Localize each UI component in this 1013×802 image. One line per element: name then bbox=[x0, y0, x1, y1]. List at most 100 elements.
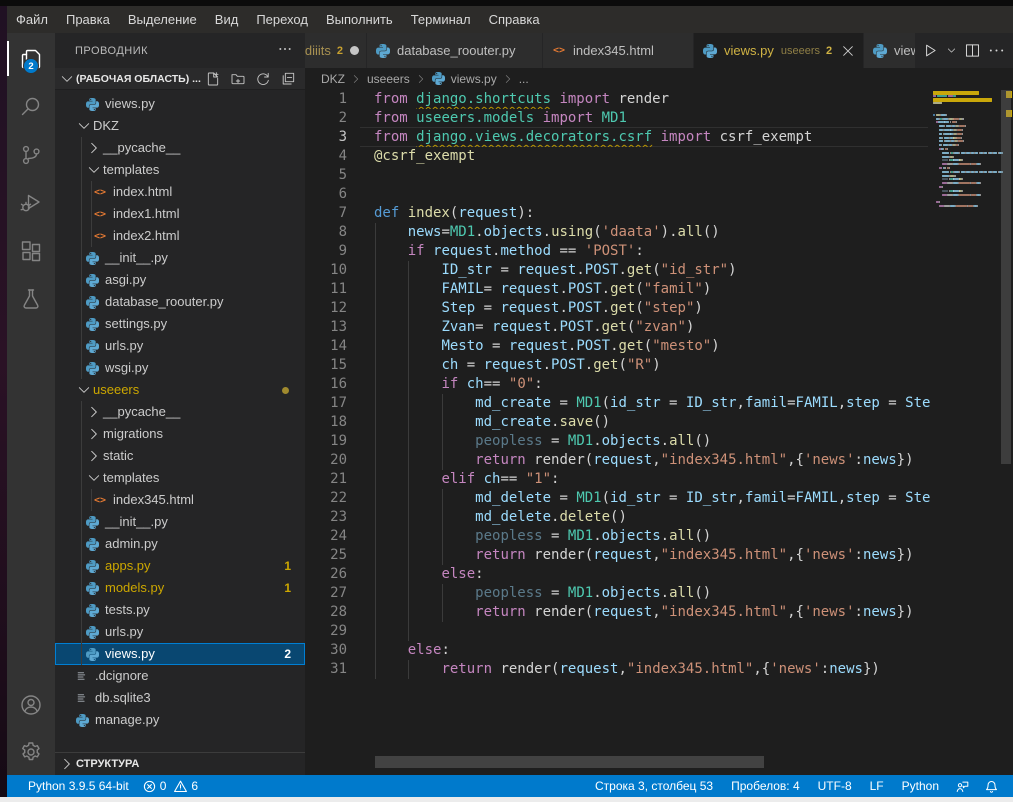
tab-diiits[interactable]: diiits2 bbox=[305, 33, 367, 68]
outline-section-header[interactable]: СТРУКТУРА bbox=[55, 752, 305, 775]
tree-file-views.py[interactable]: views.py2 bbox=[55, 643, 305, 665]
code-line-text: return render(request,"index345.html",{'… bbox=[374, 660, 931, 679]
tree-file-tests.py[interactable]: tests.py bbox=[55, 599, 305, 621]
tab-views.py[interactable]: views.pyuseeers2 bbox=[694, 33, 864, 68]
editor-actions bbox=[915, 33, 1013, 68]
activitybar-source-control-icon[interactable] bbox=[7, 131, 55, 178]
tree-file-admin.py[interactable]: admin.py bbox=[55, 533, 305, 555]
status-item[interactable]: Строка 3, столбец 53 bbox=[586, 779, 722, 793]
bell-icon[interactable] bbox=[984, 779, 999, 794]
menu-item[interactable]: Справка bbox=[480, 6, 549, 33]
menu-item[interactable]: Выделение bbox=[119, 6, 206, 33]
breadcrumb-item[interactable]: useeers bbox=[367, 72, 410, 86]
menu-item[interactable]: Вид bbox=[206, 6, 248, 33]
explorer-more-icon[interactable] bbox=[277, 41, 293, 60]
breadcrumb-item[interactable]: views.py bbox=[432, 72, 497, 86]
menu-item[interactable]: Выполнить bbox=[317, 6, 402, 33]
menu-item[interactable]: Переход bbox=[247, 6, 317, 33]
tree-folder-templates[interactable]: templates bbox=[55, 159, 305, 181]
minimap-line-segment bbox=[944, 129, 949, 131]
tree-folder-__pycache__[interactable]: __pycache__ bbox=[55, 401, 305, 423]
tree-folder-templates[interactable]: templates bbox=[55, 467, 305, 489]
tree-file-urls.py[interactable]: urls.py bbox=[55, 621, 305, 643]
outline-section-label: СТРУКТУРА bbox=[76, 758, 139, 770]
python-interpreter-status[interactable]: Python 3.9.5 64-bit bbox=[19, 779, 133, 793]
minimap-line-segment bbox=[939, 125, 944, 127]
minimap-line-segment bbox=[939, 133, 942, 135]
modified-dot-icon[interactable] bbox=[350, 46, 359, 55]
activitybar-run-debug-icon[interactable] bbox=[7, 179, 55, 226]
tree-file-urls.py[interactable]: urls.py bbox=[55, 335, 305, 357]
more-icon[interactable] bbox=[987, 42, 1005, 60]
tree-file-database_roouter.py[interactable]: database_roouter.py bbox=[55, 291, 305, 313]
activitybar-explorer-icon[interactable]: 2 bbox=[7, 35, 55, 82]
refresh-icon[interactable] bbox=[255, 71, 271, 87]
menu-item[interactable]: Файл bbox=[7, 6, 57, 33]
indent-guide bbox=[375, 470, 376, 489]
menu-item[interactable]: Терминал bbox=[402, 6, 480, 33]
code-editor[interactable]: 1from django.shortcuts import render2fro… bbox=[305, 90, 1013, 775]
split-editor-icon[interactable] bbox=[963, 42, 981, 60]
activitybar-search-icon[interactable] bbox=[7, 83, 55, 130]
line-number: 5 bbox=[305, 166, 374, 185]
horizontal-scrollbar[interactable] bbox=[375, 756, 764, 768]
new-folder-icon[interactable] bbox=[230, 71, 246, 87]
tab-database_roouter.py[interactable]: database_roouter.py bbox=[367, 33, 543, 68]
python-file-icon bbox=[84, 338, 100, 354]
tree-file-index.html[interactable]: <>index.html bbox=[55, 181, 305, 203]
problems-status[interactable]: 0 6 bbox=[136, 779, 204, 794]
tree-file-wsgi.py[interactable]: wsgi.py bbox=[55, 357, 305, 379]
status-item[interactable]: Python bbox=[893, 779, 948, 793]
breadcrumb-item[interactable]: ... bbox=[519, 72, 529, 86]
status-item[interactable]: UTF-8 bbox=[809, 779, 861, 793]
chevron-down-icon[interactable] bbox=[945, 42, 957, 60]
tree-file-db.sqlite3[interactable]: db.sqlite3 bbox=[55, 687, 305, 709]
status-item[interactable]: LF bbox=[861, 779, 893, 793]
tree-file-index345.html[interactable]: <>index345.html bbox=[55, 489, 305, 511]
code-line-31: 31 return render(request,"index345.html"… bbox=[305, 660, 1013, 679]
indent-guide bbox=[408, 546, 409, 565]
indent-guide bbox=[442, 546, 443, 565]
tree-folder-DKZ[interactable]: DKZ bbox=[55, 115, 305, 137]
tree-item-label: manage.py bbox=[95, 709, 159, 731]
tree-file-settings.py[interactable]: settings.py bbox=[55, 313, 305, 335]
tab-description: useeers bbox=[781, 45, 820, 57]
minimap[interactable] bbox=[930, 90, 1003, 775]
activitybar-account-icon[interactable] bbox=[7, 681, 55, 728]
tree-file-index2.html[interactable]: <>index2.html bbox=[55, 225, 305, 247]
python-file-icon bbox=[84, 624, 100, 640]
close-icon[interactable] bbox=[840, 43, 856, 59]
tree-file-index1.html[interactable]: <>index1.html bbox=[55, 203, 305, 225]
tree-file-__init__.py[interactable]: __init__.py bbox=[55, 247, 305, 269]
breadcrumb-item[interactable]: DKZ bbox=[321, 72, 345, 86]
tree-item-label: index.html bbox=[113, 181, 172, 203]
tree-file-apps.py[interactable]: apps.py1 bbox=[55, 555, 305, 577]
status-item[interactable]: Пробелов: 4 bbox=[722, 779, 809, 793]
activitybar-extensions-icon[interactable] bbox=[7, 227, 55, 274]
activitybar-settings-gear-icon[interactable] bbox=[7, 728, 55, 775]
tab-index345.html[interactable]: <>index345.html bbox=[543, 33, 694, 68]
workspace-section-header[interactable]: (РАБОЧАЯ ОБЛАСТЬ) ... bbox=[55, 68, 305, 90]
html-file-icon: <> bbox=[92, 228, 108, 244]
feedback-icon[interactable] bbox=[955, 779, 970, 794]
breadcrumb-separator-icon bbox=[415, 73, 427, 85]
tree-folder-static[interactable]: static bbox=[55, 445, 305, 467]
tree-file-models.py[interactable]: models.py1 bbox=[55, 577, 305, 599]
activitybar-testing-icon[interactable] bbox=[7, 275, 55, 322]
tree-file-manage.py[interactable]: manage.py bbox=[55, 709, 305, 731]
tree-folder-useeers[interactable]: useeers bbox=[55, 379, 305, 401]
tree-file-views.py[interactable]: views.py bbox=[55, 93, 305, 115]
vertical-scrollbar[interactable] bbox=[1001, 90, 1011, 464]
collapse-all-icon[interactable] bbox=[280, 71, 296, 87]
tree-file-asgi.py[interactable]: asgi.py bbox=[55, 269, 305, 291]
tree-file-__init__.py[interactable]: __init__.py bbox=[55, 511, 305, 533]
menu-item[interactable]: Правка bbox=[57, 6, 119, 33]
tree-file-.dcignore[interactable]: .dcignore bbox=[55, 665, 305, 687]
code-line-text: ch = request.POST.get("R") bbox=[374, 356, 931, 375]
tree-item-label: models.py bbox=[105, 577, 164, 599]
tree-folder-__pycache__[interactable]: __pycache__ bbox=[55, 137, 305, 159]
run-icon[interactable] bbox=[921, 42, 939, 60]
tree-folder-migrations[interactable]: migrations bbox=[55, 423, 305, 445]
new-file-icon[interactable] bbox=[205, 71, 221, 87]
code-line-6: 6 bbox=[305, 185, 1013, 204]
